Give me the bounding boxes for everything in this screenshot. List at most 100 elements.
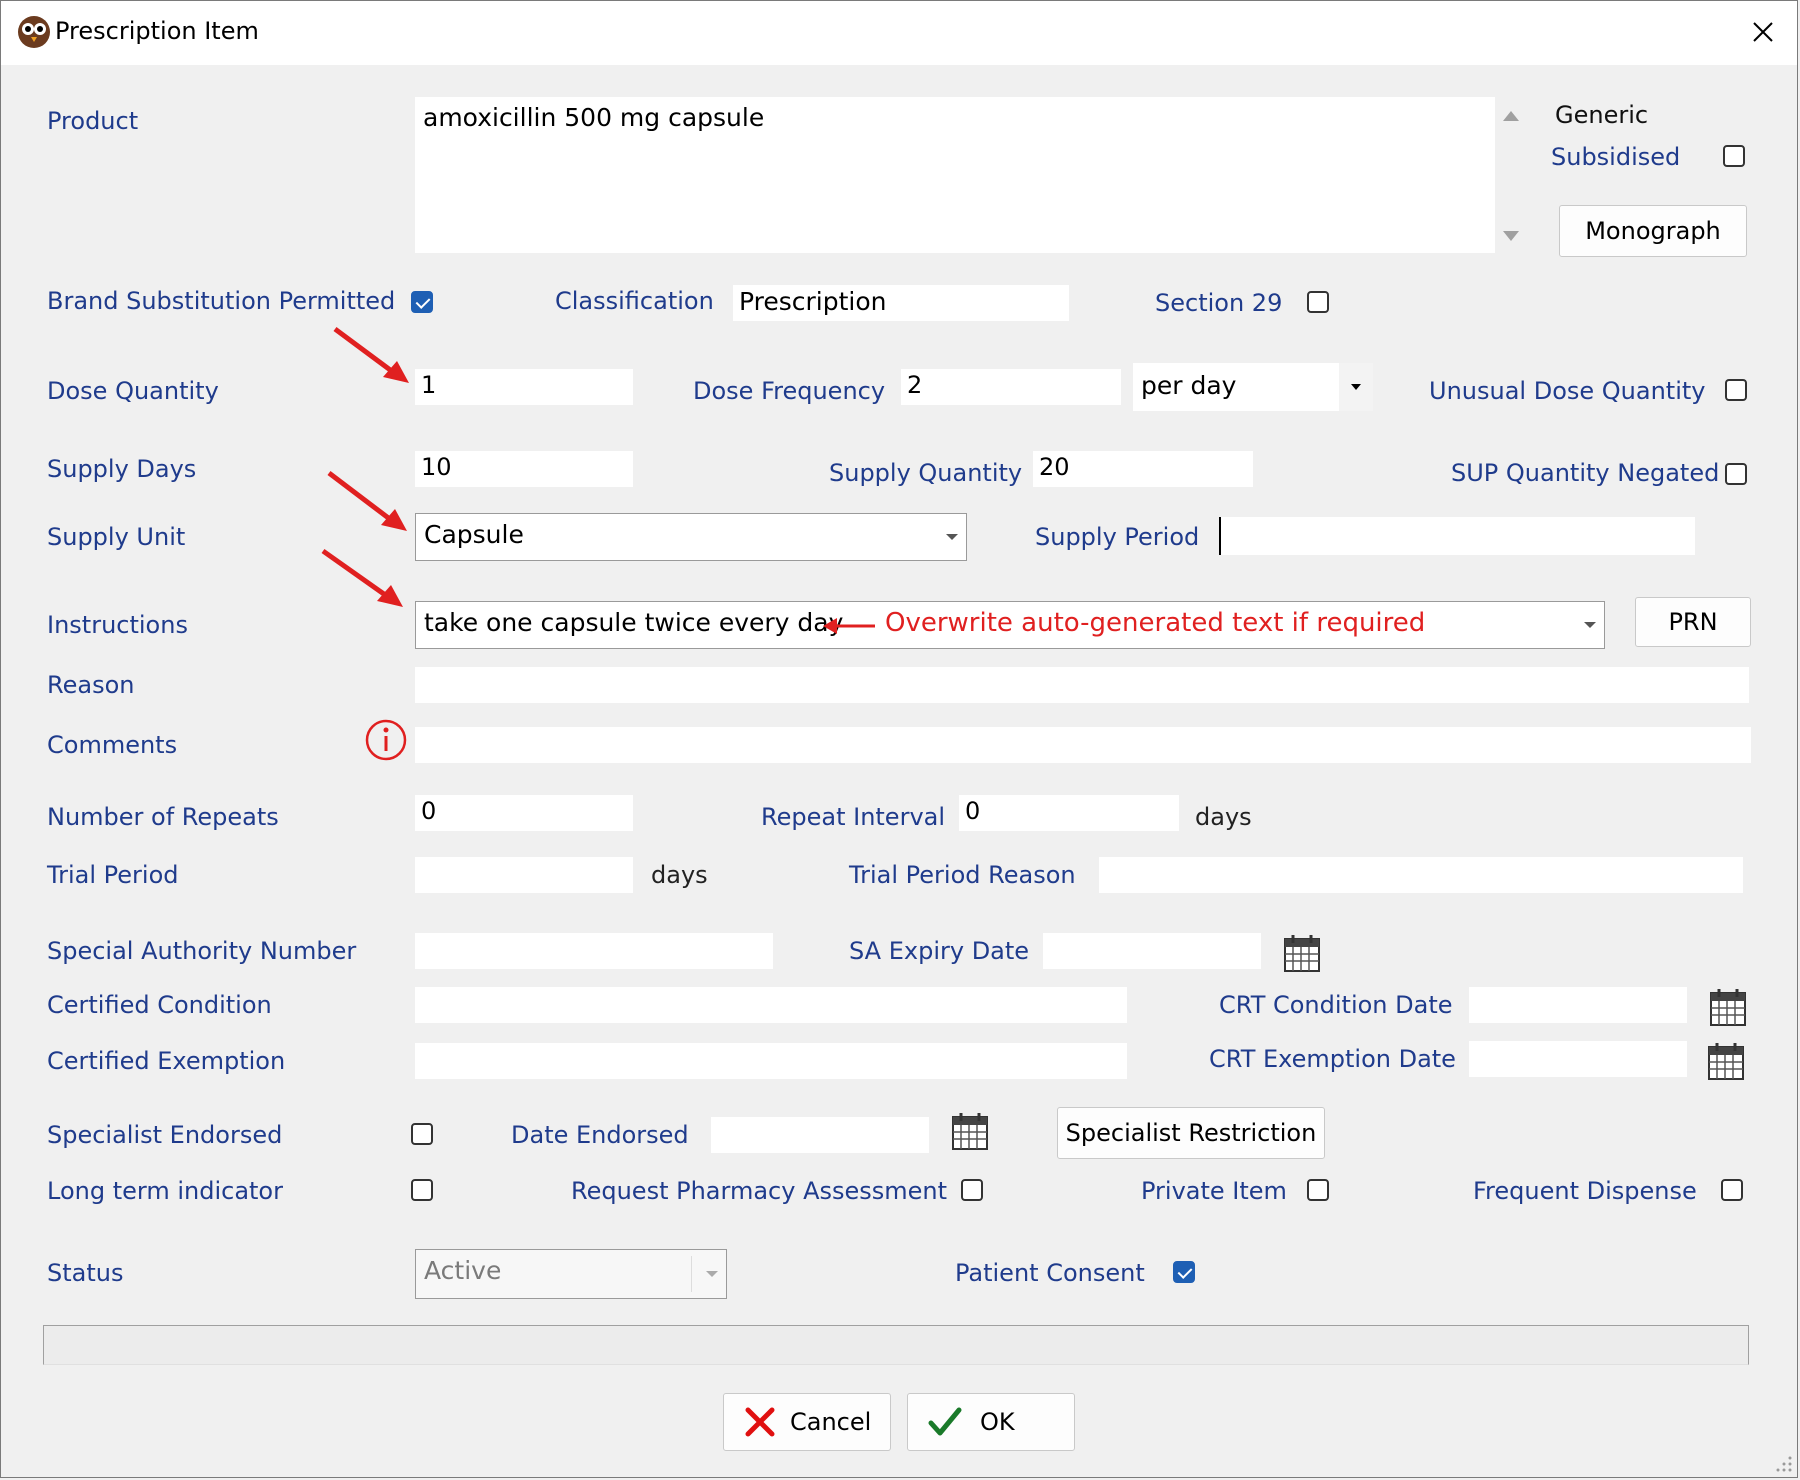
specialist-endorsed-checkbox[interactable] — [411, 1123, 433, 1145]
classification-field[interactable]: Prescription — [733, 285, 1069, 321]
repeat-interval-unit: days — [1195, 803, 1252, 831]
calendar-icon[interactable] — [1709, 987, 1747, 1027]
brand-substitution-checkbox[interactable] — [411, 291, 433, 313]
sa-expiry-field[interactable] — [1043, 933, 1261, 969]
repeats-label: Number of Repeats — [47, 803, 279, 831]
section29-checkbox[interactable] — [1307, 291, 1329, 313]
sa-number-label: Special Authority Number — [47, 937, 357, 965]
private-item-label: Private Item — [1141, 1177, 1287, 1205]
crt-exemption-date-label: CRT Exemption Date — [1209, 1045, 1456, 1073]
specialist-restriction-button[interactable]: Specialist Restriction — [1057, 1107, 1325, 1159]
repeats-field[interactable]: 0 — [415, 795, 633, 831]
instructions-value: take one capsule twice every day — [424, 608, 844, 637]
instructions-label: Instructions — [47, 611, 188, 639]
ok-button[interactable]: OK — [907, 1393, 1075, 1451]
classification-label: Classification — [555, 287, 714, 315]
scroll-down-icon[interactable] — [1501, 229, 1521, 243]
close-button[interactable] — [1729, 1, 1797, 63]
prn-button[interactable]: PRN — [1635, 597, 1751, 647]
title-bar: Prescription Item — [1, 1, 1797, 65]
cancel-button[interactable]: Cancel — [723, 1393, 891, 1451]
supply-days-label: Supply Days — [47, 455, 197, 483]
frequent-dispense-checkbox[interactable] — [1721, 1179, 1743, 1201]
chevron-down-icon — [1351, 384, 1361, 390]
repeat-interval-field[interactable]: 0 — [959, 795, 1179, 831]
annotation-arrow-dose — [333, 326, 409, 383]
scroll-up-icon[interactable] — [1501, 109, 1521, 123]
supply-quantity-label: Supply Quantity — [829, 459, 1023, 487]
supply-unit-value: Capsule — [424, 520, 524, 549]
long-term-label: Long term indicator — [47, 1177, 283, 1205]
product-label: Product — [47, 107, 139, 135]
unusual-dose-checkbox[interactable] — [1725, 379, 1747, 401]
status-label: Status — [47, 1259, 124, 1287]
date-endorsed-field[interactable] — [711, 1117, 929, 1153]
sup-negated-checkbox[interactable] — [1725, 463, 1747, 485]
supply-unit-label: Supply Unit — [47, 523, 186, 551]
sa-number-field[interactable] — [415, 933, 773, 969]
ok-label: OK — [980, 1408, 1015, 1436]
product-field[interactable]: amoxicillin 500 mg capsule — [415, 97, 1495, 253]
prescription-item-dialog: Prescription Item Product amoxicillin 50… — [0, 0, 1798, 1478]
comments-field[interactable] — [415, 727, 1751, 763]
status-select[interactable]: Active — [415, 1249, 727, 1299]
crt-condition-date-field[interactable] — [1469, 987, 1687, 1023]
patient-consent-label: Patient Consent — [955, 1259, 1145, 1287]
info-icon[interactable] — [365, 719, 407, 761]
brand-substitution-label: Brand Substitution Permitted — [47, 287, 396, 315]
resize-grip-icon[interactable] — [1775, 1455, 1793, 1473]
repeat-interval-label: Repeat Interval — [761, 803, 946, 831]
trial-reason-field[interactable] — [1099, 857, 1743, 893]
dose-frequency-label: Dose Frequency — [693, 377, 886, 405]
supply-unit-select[interactable]: Capsule — [415, 513, 967, 561]
subsidised-checkbox[interactable] — [1723, 145, 1745, 167]
status-panel — [43, 1325, 1749, 1365]
certified-condition-field[interactable] — [415, 987, 1127, 1023]
patient-consent-checkbox[interactable] — [1173, 1261, 1195, 1283]
calendar-icon[interactable] — [1707, 1041, 1745, 1081]
unusual-dose-label: Unusual Dose Quantity — [1429, 377, 1706, 405]
cancel-label: Cancel — [790, 1408, 872, 1436]
sup-negated-label: SUP Quantity Negated — [1451, 459, 1720, 487]
dose-quantity-field[interactable]: 1 — [415, 369, 633, 405]
calendar-icon[interactable] — [1283, 933, 1321, 973]
supply-days-field[interactable]: 10 — [415, 451, 633, 487]
annotation-text: Overwrite auto-generated text if require… — [885, 608, 1426, 638]
supply-quantity-field[interactable]: 20 — [1033, 451, 1253, 487]
long-term-checkbox[interactable] — [411, 1179, 433, 1201]
subsidised-label: Subsidised — [1551, 143, 1681, 171]
private-item-checkbox[interactable] — [1307, 1179, 1329, 1201]
crt-condition-date-label: CRT Condition Date — [1219, 991, 1453, 1019]
supply-period-field[interactable] — [1219, 517, 1695, 555]
status-value: Active — [424, 1256, 502, 1285]
crt-exemption-date-field[interactable] — [1469, 1041, 1687, 1077]
dose-frequency-field[interactable]: 2 — [901, 369, 1121, 405]
status-divider — [691, 1256, 692, 1292]
chevron-down-icon — [706, 1271, 718, 1277]
window-title: Prescription Item — [55, 17, 259, 45]
annotation-arrow-instructions — [321, 548, 403, 607]
section29-label: Section 29 — [1155, 289, 1283, 317]
frequency-period-select[interactable]: per day — [1133, 363, 1373, 411]
reason-label: Reason — [47, 671, 135, 699]
certified-exemption-field[interactable] — [415, 1043, 1127, 1079]
trial-period-unit: days — [651, 861, 708, 889]
pharmacy-assessment-label: Request Pharmacy Assessment — [571, 1177, 948, 1205]
generic-label: Generic — [1555, 101, 1649, 129]
trial-period-field[interactable] — [415, 857, 633, 893]
monograph-button[interactable]: Monograph — [1559, 205, 1747, 257]
certified-condition-label: Certified Condition — [47, 991, 272, 1019]
chevron-down-icon — [1584, 622, 1596, 628]
dose-quantity-label: Dose Quantity — [47, 377, 219, 405]
cancel-x-icon — [745, 1407, 775, 1437]
annotation-arrow-supply-unit — [327, 471, 407, 531]
annotation-arrow-left — [823, 618, 875, 634]
sa-expiry-label: SA Expiry Date — [849, 937, 1030, 965]
close-icon — [1753, 22, 1773, 42]
reason-field[interactable] — [415, 667, 1749, 703]
pharmacy-assessment-checkbox[interactable] — [961, 1179, 983, 1201]
period-dropdown-button[interactable] — [1339, 363, 1373, 411]
supply-period-label: Supply Period — [1035, 523, 1200, 551]
calendar-icon[interactable] — [951, 1111, 989, 1151]
specialist-endorsed-label: Specialist Endorsed — [47, 1121, 283, 1149]
